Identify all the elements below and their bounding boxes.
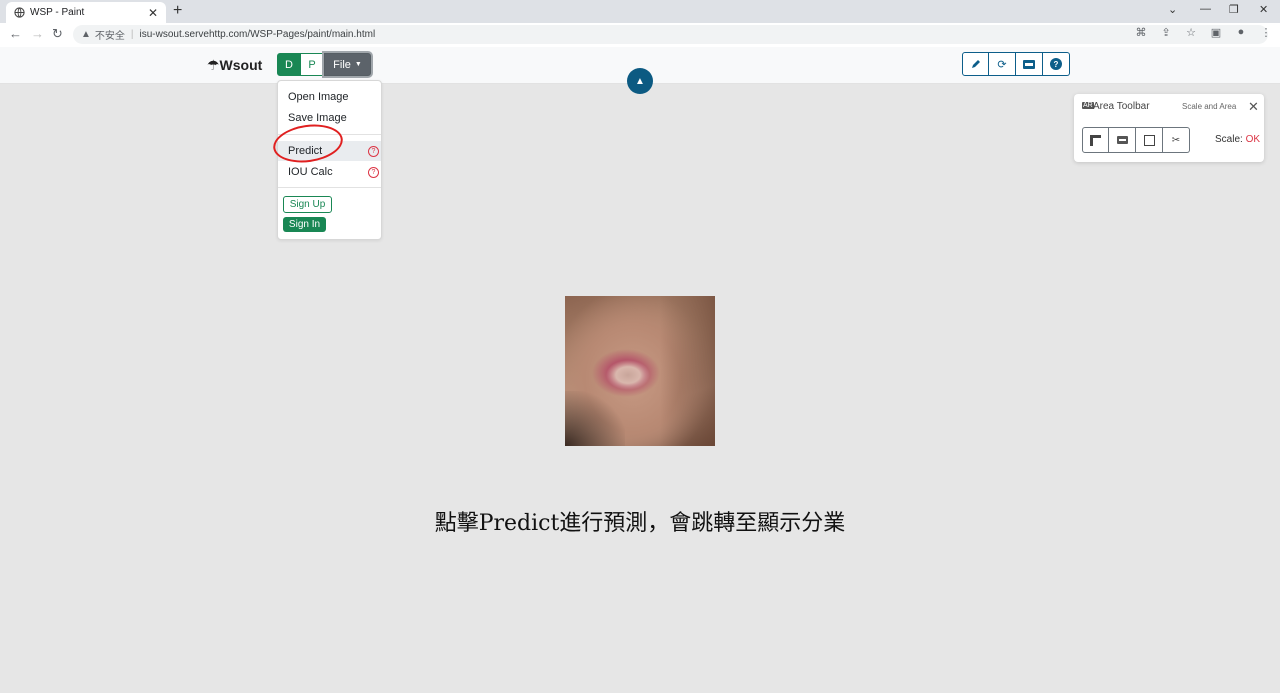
address-bar-row: ← → ↻ ▲ 不安全 | isu-wsout.servehttp.com/WS… [0,23,1280,48]
instruction-caption: 點擊Predict進行預測，會跳轉至顯示分業 [434,511,846,536]
iou-help-icon[interactable]: ? [368,166,379,178]
side-panel-icon[interactable]: ▣ [1210,26,1222,39]
profile-icon[interactable]: ● [1235,26,1247,39]
area-toolbar-title: Area Toolbar [1093,101,1150,112]
tab-title: WSP - Paint [30,7,85,18]
collapse-navbar-button[interactable]: ▲ [627,68,653,94]
sign-in-button[interactable]: Sign In [283,217,326,232]
back-icon[interactable]: ← [9,26,22,41]
scale-status: Scale: OK [1215,134,1260,145]
tab-search-icon[interactable]: ⌄ [1168,3,1177,16]
menu-kebab-icon[interactable]: ⋮ [1260,26,1272,39]
scissors-icon: ✂ [1171,134,1181,146]
help-tool-button[interactable]: ? [1043,52,1070,76]
caret-down-icon: ▼ [354,61,362,68]
bookmark-star-icon[interactable]: ☆ [1185,26,1197,39]
area-toolbar-subtitle: Scale and Area [1182,102,1237,111]
file-menu-button[interactable]: File ▼ [324,53,371,76]
browser-toolbar-icons: ⌘ ⇪ ☆ ▣ ● ⋮ [1135,26,1272,39]
sign-up-button[interactable]: Sign Up [283,196,332,213]
omnibox[interactable]: ▲ 不安全 | isu-wsout.servehttp.com/WSP-Page… [73,25,1268,44]
mode-d-button[interactable]: D [277,53,301,76]
globe-icon [14,7,25,18]
separator: | [130,29,134,40]
photo-shadow [565,391,625,446]
insecure-label[interactable]: 不安全 [95,27,125,42]
refresh-tool-button[interactable]: ⟳ [989,52,1016,76]
square-tool-button[interactable] [1136,127,1163,153]
pencil-icon [971,60,980,68]
area-toolbar-panel: AR Area Toolbar Scale and Area ✕ ✂ Scale… [1074,94,1264,162]
browser-tab[interactable]: WSP - Paint ✕ [6,2,166,23]
open-image-item[interactable]: Open Image [278,87,381,107]
photo-shadow [660,296,715,446]
forward-icon[interactable]: → [31,26,44,41]
translate-icon[interactable]: ⌘ [1135,26,1147,39]
new-tab-button[interactable]: + [173,2,182,20]
file-dropdown-menu: Open Image Save Image Predict ? IOU Calc… [277,80,382,240]
refresh-icon: ⟳ [997,58,1007,71]
wound-photo[interactable] [565,296,715,446]
scale-value: OK [1245,134,1261,145]
iou-calc-item[interactable]: IOU Calc ? [278,162,381,182]
close-tab-icon[interactable]: ✕ [148,6,158,20]
pencil-tool-button[interactable] [962,52,989,76]
cut-tool-button[interactable]: ✂ [1163,127,1190,153]
svg-text:?: ? [1054,60,1059,69]
paint-tool-group: ⟳ ? [962,52,1070,76]
area-icon [1023,59,1035,69]
brand-logo[interactable]: ☂Wsout [207,57,262,74]
mode-button-group: D P File ▼ [277,53,371,76]
url-text[interactable]: isu-wsout.servehttp.com/WSP-Pages/paint/… [140,29,376,40]
iou-calc-label: IOU Calc [288,166,333,178]
mode-p-button[interactable]: P [301,53,324,76]
ruler-icon [1090,134,1101,146]
square-icon [1143,134,1155,146]
reload-icon[interactable]: ↻ [52,26,63,42]
close-window-button[interactable]: ✕ [1259,3,1268,16]
help-icon: ? [1050,58,1062,70]
browser-tab-strip: WSP - Paint ✕ + ⌄ — ❐ ✕ [0,0,1280,23]
area-icon: AR [1082,102,1094,109]
area-tool-buttons: ✂ [1082,127,1190,153]
restore-button[interactable]: ❐ [1229,3,1239,16]
predict-help-icon[interactable]: ? [368,145,379,157]
area-tool-button[interactable] [1016,52,1043,76]
ruler-tool-button[interactable] [1082,127,1109,153]
area-icon [1116,136,1128,144]
warning-icon[interactable]: ▲ [81,29,91,40]
save-image-item[interactable]: Save Image [278,108,381,128]
close-icon[interactable]: ✕ [1248,99,1259,115]
file-menu-label: File [333,58,351,71]
predict-item[interactable]: Predict ? [278,141,381,161]
share-icon[interactable]: ⇪ [1160,26,1172,39]
predict-label: Predict [288,145,323,157]
menu-divider [278,134,381,135]
menu-divider [278,187,381,188]
minimize-button[interactable]: — [1200,3,1211,15]
scale-label: Scale: [1215,134,1243,145]
area-measure-button[interactable] [1109,127,1136,153]
